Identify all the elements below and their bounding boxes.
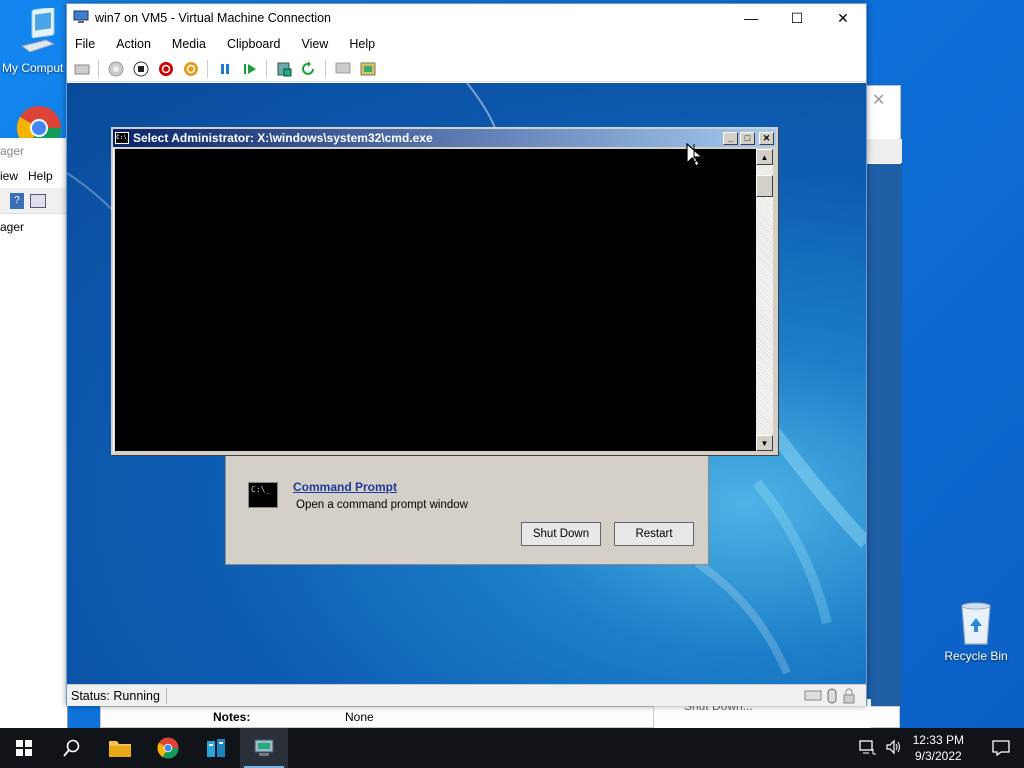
lock-icon — [842, 688, 856, 707]
cmd-close-button[interactable]: ✕ — [759, 131, 774, 145]
host-window-right: ✕ — [866, 85, 902, 708]
network-icon[interactable] — [858, 739, 877, 758]
window-panel — [867, 164, 902, 708]
desktop-icon-label: Recycle Bin — [944, 649, 1008, 663]
notification-icon[interactable] — [978, 740, 1024, 756]
pause-icon[interactable] — [216, 60, 233, 77]
windows-logo-icon — [16, 740, 32, 756]
turn-off-icon[interactable] — [132, 60, 149, 77]
console-icon[interactable] — [30, 193, 46, 208]
search-button[interactable] — [48, 728, 96, 768]
scroll-up-button[interactable]: ▲ — [756, 149, 773, 165]
menu-file[interactable]: File — [75, 37, 95, 51]
mouse-cursor-icon — [686, 142, 708, 170]
cmd-scrollbar[interactable]: ▲ ▼ — [756, 149, 773, 451]
title-bar: win7 on VM5 - Virtual Machine Connection… — [67, 4, 866, 32]
hyperv-manager-icon — [254, 739, 274, 756]
mouse-icon — [826, 688, 838, 707]
vm-screen[interactable]: C:\_ Command Prompt Open a command promp… — [67, 83, 866, 684]
vm-status: Status: Running — [71, 688, 160, 703]
notes-value: None — [345, 710, 374, 724]
recycle-bin-icon — [961, 602, 991, 645]
notes-label: Notes: — [213, 710, 251, 724]
volume-icon[interactable] — [885, 739, 903, 758]
status-icons — [804, 688, 856, 707]
close-button[interactable]: ✕ — [820, 4, 866, 32]
taskbar-hyperv-manager[interactable] — [240, 728, 288, 768]
vm-connection-window: win7 on VM5 - Virtual Machine Connection… — [66, 3, 867, 706]
system-tray: 12:33 PM 9/3/2022 — [858, 728, 1024, 768]
menu-bar: iew Help — [0, 164, 67, 188]
toolbar — [67, 56, 866, 82]
server-manager-icon — [207, 739, 225, 757]
menu-view[interactable]: View — [301, 37, 328, 51]
cmd-maximize-button[interactable]: □ — [740, 131, 755, 145]
keyboard-icon — [804, 688, 822, 707]
cmd-window-title: Select Administrator: X:\windows\system3… — [133, 131, 433, 145]
window-title: ager — [0, 144, 25, 158]
ctrl-alt-del-icon[interactable] — [73, 60, 90, 77]
cmd-title-bar[interactable]: C:\ Select Administrator: X:\windows\sys… — [113, 129, 776, 147]
command-prompt-description: Open a command prompt window — [296, 499, 468, 511]
maximize-button[interactable]: ☐ — [774, 4, 820, 32]
close-icon[interactable]: ✕ — [872, 90, 885, 110]
vm-connection-icon — [73, 10, 89, 27]
start-button[interactable] — [0, 728, 48, 768]
taskbar: 12:33 PM 9/3/2022 — [0, 728, 1024, 768]
start-icon[interactable] — [107, 60, 124, 77]
toolbar: ? — [0, 188, 67, 214]
menu-media[interactable]: Media — [172, 37, 206, 51]
window-strip — [867, 139, 902, 163]
resume-icon[interactable] — [241, 60, 258, 77]
enhanced-session-icon[interactable] — [334, 60, 351, 77]
cmd-icon: C:\ — [115, 132, 129, 144]
system-recovery-dialog: C:\_ Command Prompt Open a command promp… — [225, 455, 709, 565]
share-icon[interactable] — [359, 60, 376, 77]
desktop-icon-recycle-bin[interactable]: Recycle Bin — [940, 600, 1012, 663]
checkpoint-icon[interactable] — [275, 60, 292, 77]
menu-view[interactable]: iew — [0, 164, 18, 188]
window-title: win7 on VM5 - Virtual Machine Connection — [95, 11, 332, 25]
command-prompt-icon: C:\_ — [248, 482, 278, 508]
menu-action[interactable]: Action — [116, 37, 151, 51]
minimize-button[interactable]: — — [728, 4, 774, 32]
shut-down-icon[interactable] — [157, 60, 174, 77]
save-icon[interactable] — [182, 60, 199, 77]
taskbar-chrome[interactable] — [144, 728, 192, 768]
revert-icon[interactable] — [300, 60, 317, 77]
hyperv-details-pane: Notes: None Shut Down... — [100, 699, 900, 729]
menu-help[interactable]: Help — [349, 37, 375, 51]
taskbar-server-manager[interactable] — [192, 728, 240, 768]
cmd-minimize-button[interactable]: _ — [723, 131, 738, 145]
help-icon[interactable]: ? — [10, 192, 24, 209]
command-prompt-link[interactable]: Command Prompt — [293, 480, 397, 494]
clock-date: 9/3/2022 — [914, 749, 962, 763]
cmd-console-area[interactable] — [115, 149, 756, 451]
scroll-thumb[interactable] — [756, 175, 773, 197]
clock[interactable]: 12:33 PM 9/3/2022 — [913, 732, 964, 764]
menu-clipboard[interactable]: Clipboard — [227, 37, 281, 51]
hyperv-manager-window-left: ager iew Help ? ager — [0, 138, 68, 728]
taskbar-file-explorer[interactable] — [96, 728, 144, 768]
status-bar: Status: Running — [67, 684, 866, 706]
scroll-down-button[interactable]: ▼ — [756, 435, 773, 451]
tree-item[interactable]: ager — [0, 214, 67, 234]
chrome-icon — [157, 737, 179, 759]
menu-help[interactable]: Help — [28, 164, 53, 188]
restart-button[interactable]: Restart — [614, 522, 694, 546]
folder-icon — [109, 741, 131, 757]
cmd-window: C:\ Select Administrator: X:\windows\sys… — [111, 127, 778, 455]
clock-time: 12:33 PM — [912, 733, 964, 747]
search-icon — [63, 739, 80, 757]
menu-bar: File Action Media Clipboard View Help — [67, 32, 866, 56]
shut-down-button[interactable]: Shut Down — [521, 522, 601, 546]
